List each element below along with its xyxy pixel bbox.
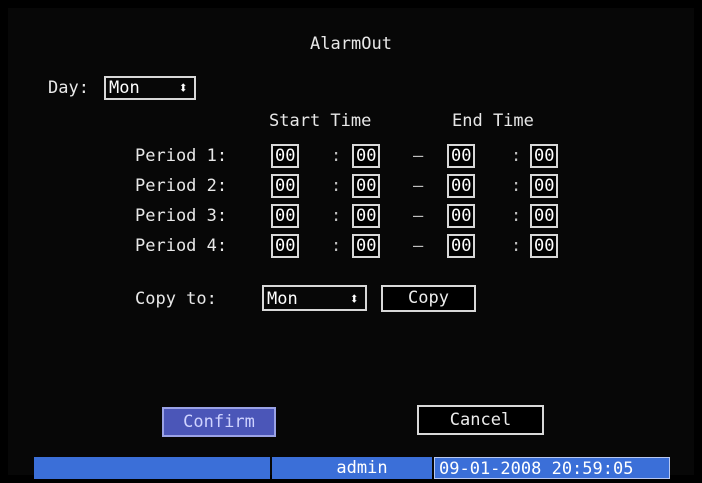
start-hour-field[interactable]: 00 [271,204,299,228]
colon-separator: : [331,176,342,196]
up-down-arrows-icon: ⬍ [178,78,188,97]
start-hour-field[interactable]: 00 [271,234,299,258]
cancel-button[interactable]: Cancel [417,405,544,435]
day-select-value: Mon [109,78,140,98]
end-hour-field[interactable]: 00 [447,144,475,168]
dash-separator: — [413,206,424,226]
period-label: Period 3: [135,206,228,226]
start-minute-field[interactable]: 00 [352,204,380,228]
status-user: admin [272,457,432,479]
page-title: AlarmOut [310,34,392,54]
status-bar-left [34,457,270,479]
colon-separator: : [511,176,522,196]
end-time-header: End Time [452,111,534,131]
end-hour-field[interactable]: 00 [447,234,475,258]
day-label: Day: [48,78,89,98]
colon-separator: : [331,236,342,256]
start-minute-field[interactable]: 00 [352,174,380,198]
colon-separator: : [511,206,522,226]
colon-separator: : [331,206,342,226]
start-minute-field[interactable]: 00 [352,144,380,168]
status-datetime: 09-01-2008 20:59:05 [434,457,670,479]
start-minute-field[interactable]: 00 [352,234,380,258]
end-minute-field[interactable]: 00 [530,204,558,228]
period-label: Period 4: [135,236,228,256]
end-minute-field[interactable]: 00 [530,174,558,198]
colon-separator: : [511,236,522,256]
colon-separator: : [511,146,522,166]
confirm-button[interactable]: Confirm [162,407,276,437]
start-hour-field[interactable]: 00 [271,174,299,198]
day-select[interactable]: Mon ⬍ [104,76,196,100]
copy-to-select-value: Mon [267,289,298,309]
start-hour-field[interactable]: 00 [271,144,299,168]
copy-button[interactable]: Copy [381,285,476,312]
end-hour-field[interactable]: 00 [447,204,475,228]
period-label: Period 2: [135,176,228,196]
start-time-header: Start Time [269,111,372,131]
end-hour-field[interactable]: 00 [447,174,475,198]
up-down-arrows-icon: ⬍ [349,289,359,308]
end-minute-field[interactable]: 00 [530,144,558,168]
colon-separator: : [331,146,342,166]
dash-separator: — [413,146,424,166]
copy-to-label: Copy to: [135,289,217,309]
dash-separator: — [413,236,424,256]
dash-separator: — [413,176,424,196]
end-minute-field[interactable]: 00 [530,234,558,258]
copy-to-select[interactable]: Mon ⬍ [262,285,367,311]
period-label: Period 1: [135,146,228,166]
